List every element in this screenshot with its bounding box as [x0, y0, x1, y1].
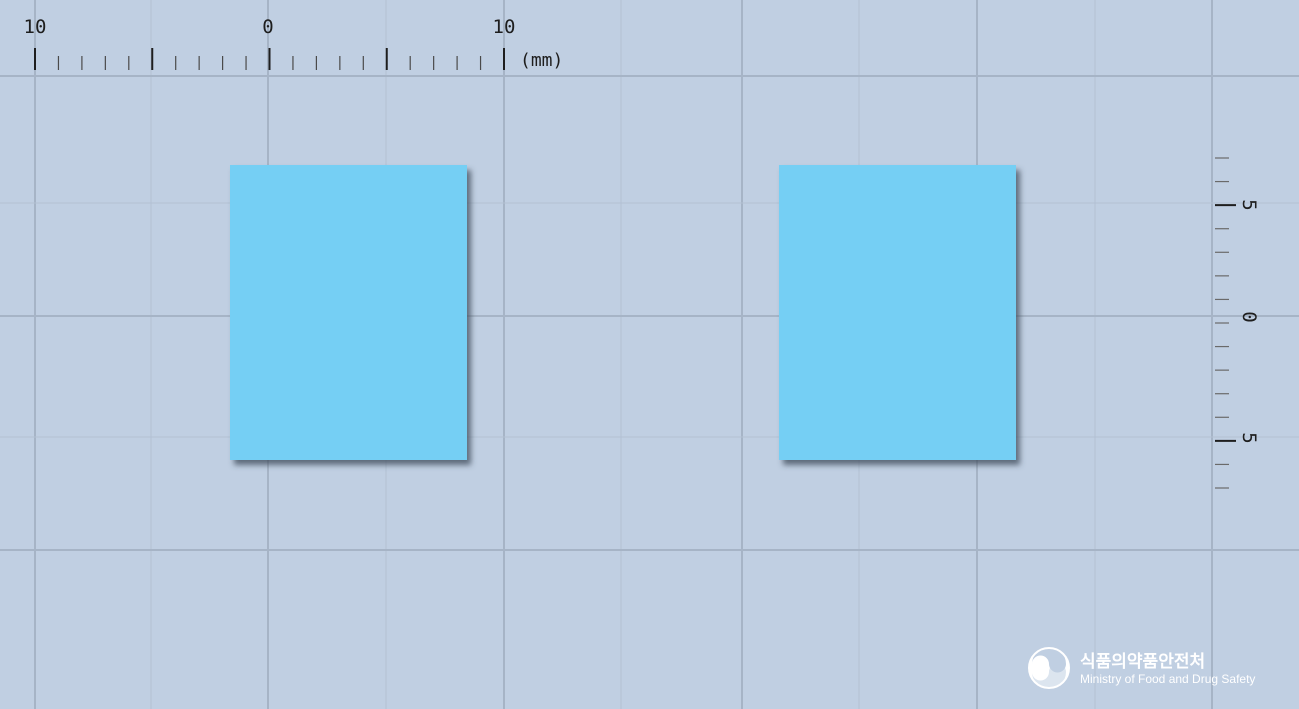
top-ruler-label-center: 0	[262, 16, 273, 38]
top-ruler: 10 0 10 (mm)	[24, 16, 564, 71]
specimen-left	[230, 165, 467, 460]
top-ruler-label-left: 10	[24, 16, 47, 38]
side-ruler-ticks	[1215, 157, 1236, 489]
government-emblem-icon	[1028, 647, 1070, 689]
side-ruler-label-bottom: 5	[1238, 432, 1260, 443]
measurement-canvas: 10 0 10 (mm) 5 0 5 식품의약품안전처 Ministry of …	[0, 0, 1299, 709]
logo-english-name: Ministry of Food and Drug Safety	[1080, 672, 1255, 686]
side-ruler-label-center: 0	[1238, 311, 1260, 322]
logo-korean-name: 식품의약품안전처	[1080, 651, 1205, 672]
mfds-logo: 식품의약품안전처 Ministry of Food and Drug Safet…	[1028, 647, 1255, 689]
top-ruler-label-right: 10	[493, 16, 516, 38]
side-ruler: 5 0 5	[1215, 157, 1260, 489]
specimen-right	[779, 165, 1016, 460]
side-ruler-label-top: 5	[1238, 199, 1260, 210]
top-ruler-ticks	[34, 48, 505, 70]
ruler-unit-label: (mm)	[520, 50, 563, 71]
background-grid	[0, 0, 1299, 709]
